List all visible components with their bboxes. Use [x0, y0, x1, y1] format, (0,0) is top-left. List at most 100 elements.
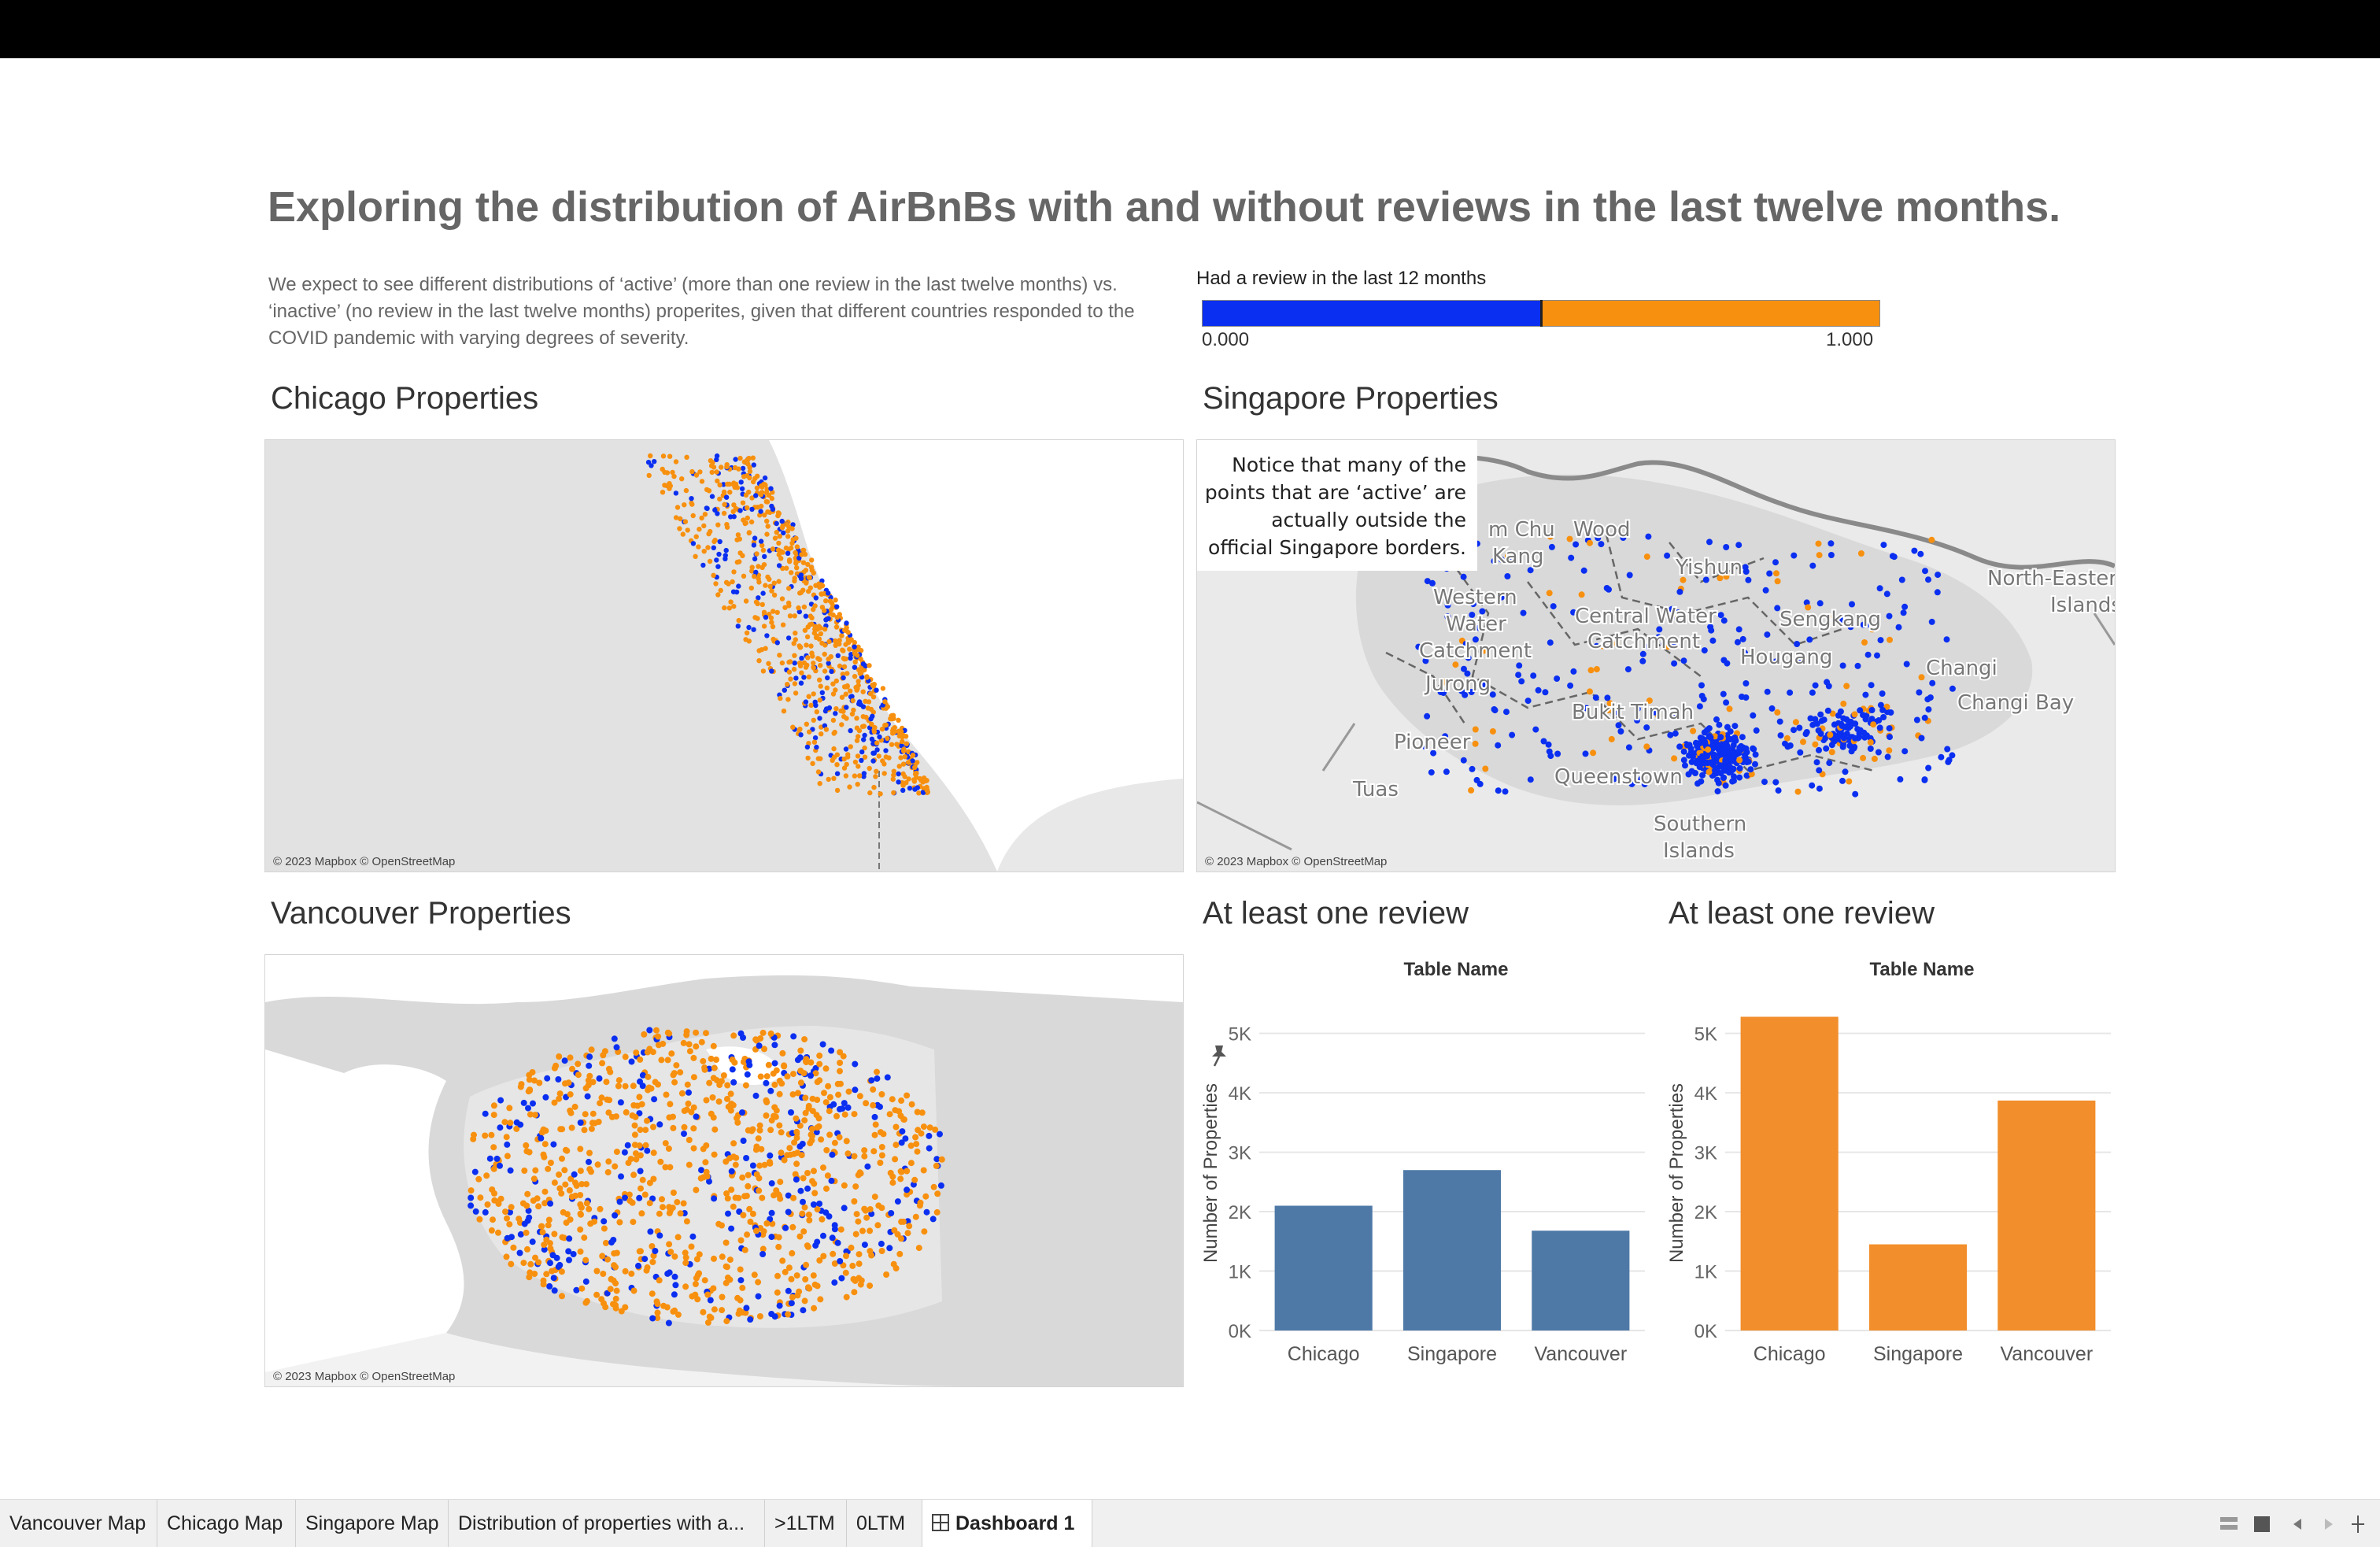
- property-point[interactable]: [607, 1068, 614, 1075]
- property-point[interactable]: [748, 585, 754, 591]
- property-point[interactable]: [785, 1208, 792, 1216]
- property-point[interactable]: [603, 1079, 610, 1086]
- property-point[interactable]: [704, 505, 709, 511]
- property-point[interactable]: [719, 1253, 726, 1260]
- property-point[interactable]: [898, 1168, 905, 1175]
- property-point[interactable]: [774, 1289, 781, 1296]
- property-point[interactable]: [1752, 751, 1759, 758]
- property-point[interactable]: [517, 1231, 524, 1238]
- property-point[interactable]: [1568, 554, 1575, 561]
- property-point[interactable]: [830, 691, 837, 697]
- property-point[interactable]: [1747, 766, 1754, 773]
- property-point[interactable]: [779, 596, 785, 601]
- property-point[interactable]: [693, 1186, 700, 1194]
- property-point[interactable]: [771, 609, 776, 614]
- property-point[interactable]: [613, 1287, 620, 1294]
- property-point[interactable]: [867, 790, 873, 796]
- property-point[interactable]: [656, 1232, 663, 1239]
- property-point[interactable]: [682, 1260, 689, 1267]
- property-point[interactable]: [727, 490, 733, 495]
- property-point[interactable]: [1862, 691, 1869, 698]
- property-point[interactable]: [628, 1058, 635, 1065]
- property-point[interactable]: [1877, 637, 1884, 644]
- property-point[interactable]: [1736, 757, 1743, 764]
- property-point[interactable]: [767, 576, 772, 582]
- property-point[interactable]: [671, 1291, 678, 1298]
- property-point[interactable]: [809, 568, 815, 573]
- property-point[interactable]: [856, 1251, 863, 1258]
- property-point[interactable]: [667, 1164, 674, 1171]
- property-point[interactable]: [593, 1291, 601, 1298]
- property-point[interactable]: [582, 1299, 589, 1306]
- property-point[interactable]: [708, 1055, 715, 1062]
- chicago-map[interactable]: © 2023 Mapbox © OpenStreetMap: [264, 439, 1184, 872]
- property-point[interactable]: [685, 1100, 692, 1107]
- property-point[interactable]: [1696, 703, 1703, 710]
- property-point[interactable]: [779, 1049, 786, 1057]
- property-point[interactable]: [1840, 700, 1847, 707]
- property-point[interactable]: [819, 731, 824, 737]
- property-point[interactable]: [759, 1194, 766, 1201]
- property-point[interactable]: [774, 520, 779, 527]
- bar-chicago[interactable]: [1740, 1016, 1839, 1330]
- property-point[interactable]: [535, 1203, 542, 1210]
- property-point[interactable]: [776, 1122, 783, 1129]
- property-point[interactable]: [1715, 779, 1722, 786]
- property-point[interactable]: [586, 1072, 593, 1079]
- property-point[interactable]: [1548, 543, 1555, 550]
- property-point[interactable]: [1827, 731, 1834, 738]
- property-point[interactable]: [689, 1293, 696, 1300]
- property-point[interactable]: [1639, 657, 1646, 664]
- property-point[interactable]: [805, 1211, 812, 1218]
- property-point[interactable]: [844, 705, 849, 710]
- property-point[interactable]: [777, 653, 782, 658]
- property-point[interactable]: [904, 1230, 911, 1237]
- property-point[interactable]: [543, 1271, 550, 1278]
- property-point[interactable]: [1809, 562, 1816, 569]
- property-point[interactable]: [1889, 553, 1896, 560]
- property-point[interactable]: [1840, 735, 1847, 742]
- property-point[interactable]: [1791, 552, 1798, 559]
- property-point[interactable]: [760, 1228, 767, 1235]
- bar-vancouver[interactable]: [1532, 1231, 1630, 1330]
- property-point[interactable]: [854, 725, 860, 731]
- property-point[interactable]: [898, 1097, 905, 1104]
- property-point[interactable]: [1861, 729, 1868, 736]
- property-point[interactable]: [810, 761, 815, 766]
- property-point[interactable]: [612, 1280, 619, 1287]
- property-point[interactable]: [1813, 759, 1820, 766]
- property-point[interactable]: [883, 1271, 890, 1278]
- property-point[interactable]: [786, 669, 793, 675]
- property-point[interactable]: [714, 557, 719, 563]
- property-point[interactable]: [693, 534, 699, 539]
- property-point[interactable]: [564, 1211, 571, 1218]
- property-point[interactable]: [933, 1162, 940, 1169]
- property-point[interactable]: [889, 1179, 896, 1186]
- property-point[interactable]: [1688, 768, 1695, 775]
- property-point[interactable]: [864, 674, 870, 679]
- property-point[interactable]: [497, 1124, 504, 1131]
- property-point[interactable]: [471, 1168, 479, 1175]
- property-point[interactable]: [739, 1109, 745, 1116]
- property-point[interactable]: [817, 657, 822, 662]
- property-point[interactable]: [808, 643, 814, 649]
- property-point[interactable]: [547, 1260, 553, 1267]
- property-point[interactable]: [796, 1288, 803, 1295]
- property-point[interactable]: [822, 668, 828, 674]
- property-point[interactable]: [1491, 706, 1498, 712]
- property-point[interactable]: [677, 526, 682, 531]
- property-point[interactable]: [902, 754, 907, 760]
- property-point[interactable]: [1495, 787, 1502, 794]
- property-point[interactable]: [541, 1141, 549, 1148]
- property-point[interactable]: [682, 1249, 689, 1256]
- resize-handle-icon[interactable]: [2349, 1516, 2367, 1533]
- property-point[interactable]: [677, 1069, 684, 1076]
- property-point[interactable]: [611, 1035, 618, 1042]
- property-point[interactable]: [830, 717, 837, 724]
- property-point[interactable]: [763, 614, 769, 620]
- property-point[interactable]: [827, 598, 833, 604]
- property-point[interactable]: [621, 1149, 628, 1156]
- property-point[interactable]: [649, 463, 654, 468]
- property-point[interactable]: [809, 650, 815, 656]
- property-point[interactable]: [792, 575, 797, 581]
